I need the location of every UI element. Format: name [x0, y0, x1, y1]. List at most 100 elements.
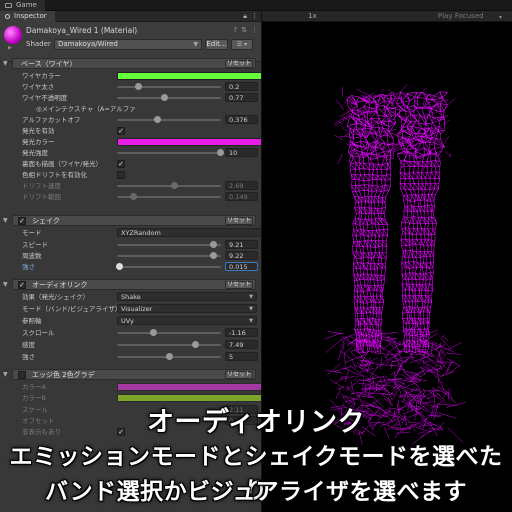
emit-color-row: 発光カラー✎: [22, 137, 261, 147]
section-base[interactable]: ▼ ベース（ワイヤ） リセット: [3, 58, 256, 69]
section-edge-gradient[interactable]: ▼ エッジ色 2色グラデ リセット: [3, 369, 256, 380]
slider-knob[interactable]: [134, 83, 142, 90]
emit-strength-row: 発光強度 10: [22, 148, 258, 158]
ref-axis-dropdown[interactable]: UVy ▼: [117, 316, 257, 325]
shake-speed-slider[interactable]: [117, 244, 221, 246]
shake-strength-row: 強さ 0.015: [22, 262, 258, 272]
audio-mode-dropdown[interactable]: Visualizer ▼: [117, 304, 257, 313]
emit-strength-field[interactable]: 10: [225, 148, 258, 157]
wire-width-slider[interactable]: [117, 86, 221, 88]
wire-alpha-field[interactable]: 0.77: [225, 93, 258, 102]
shake-enable-checkbox[interactable]: ✓: [18, 217, 26, 225]
foldout-arrow-icon[interactable]: ▼: [3, 217, 8, 224]
hue-drift-checkbox[interactable]: [117, 171, 125, 179]
audio-strength-field[interactable]: 5: [225, 352, 258, 361]
shake-strength-label: 強さ: [22, 263, 35, 271]
edge-reset-button[interactable]: リセット: [225, 371, 253, 379]
chevron-down-icon[interactable]: ▾: [499, 14, 502, 21]
audio-effect-label: 効果（発光/シェイク）: [22, 293, 90, 301]
shake-speed-label: スピード: [22, 241, 48, 249]
section-base-title: ベース（ワイヤ）: [21, 60, 77, 68]
material-name: Damakoya_Wired 1 (Material): [26, 26, 138, 35]
shake-frequency-slider[interactable]: [117, 255, 221, 257]
audio-sensitivity-slider[interactable]: [117, 344, 221, 346]
slider-knob[interactable]: [192, 341, 199, 348]
foldout-arrow-icon[interactable]: ▼: [3, 60, 8, 67]
play-mode-dropdown[interactable]: Play Focused: [438, 11, 484, 22]
material-header: Damakoya_Wired 1 (Material) ? ⇅ ⋮ Shader D…: [0, 22, 261, 62]
slider-knob[interactable]: [153, 116, 161, 123]
audiolink-reset-button[interactable]: リセット: [225, 281, 253, 289]
slider-knob[interactable]: [216, 149, 224, 156]
inspector-tab[interactable]: Inspector: [0, 11, 55, 22]
slider-knob[interactable]: [150, 329, 158, 336]
slider-knob[interactable]: [166, 353, 173, 360]
game-tab-bar: Game: [0, 0, 512, 11]
foldout-arrow-icon[interactable]: ▼: [3, 371, 8, 378]
wire-width-row: ワイヤ太さ 0.2: [22, 82, 258, 92]
emit-strength-label: 発光強度: [22, 149, 48, 157]
shake-speed-field[interactable]: 9.21: [225, 240, 258, 249]
ref-axis-row: 参照軸 UVy ▼: [22, 316, 258, 326]
backface-checkbox[interactable]: ✓: [117, 160, 125, 168]
audio-effect-dropdown[interactable]: Shake ▼: [117, 292, 257, 301]
slider-knob[interactable]: [116, 263, 124, 270]
edit-shader-button[interactable]: Edit...: [205, 39, 228, 50]
chevron-down-icon: ▼: [249, 294, 253, 300]
kebab-icon[interactable]: ⋮: [251, 26, 258, 34]
chevron-down-icon: ▼: [193, 41, 198, 48]
slider-knob[interactable]: [129, 193, 137, 200]
audio-scroll-field[interactable]: -1.16: [225, 328, 258, 337]
wire-color-swatch[interactable]: [117, 72, 261, 80]
base-reset-button[interactable]: リセット: [225, 60, 253, 68]
shake-strength-slider[interactable]: [117, 266, 221, 268]
drift-speed-row: ドリフト速度 2.69: [22, 181, 258, 191]
shake-frequency-row: 周波数 9.22: [22, 251, 258, 261]
info-icon: [5, 14, 10, 19]
section-audiolink[interactable]: ▼ ✓ オーディオリンク リセット: [3, 279, 256, 290]
help-icon[interactable]: ?: [233, 26, 237, 34]
wire-width-field[interactable]: 0.2: [225, 82, 258, 91]
backface-label: 裏面も描画（ワイヤ/発光）: [22, 160, 102, 168]
shader-dropdown[interactable]: Damakoya/Wired ▼: [54, 39, 202, 50]
foldout-arrow-icon[interactable]: ▼: [3, 281, 8, 288]
shake-mode-row: モード XYZRandom▼: [22, 228, 261, 238]
audiolink-enable-checkbox[interactable]: ✓: [18, 281, 26, 289]
main-texture-label[interactable]: ◎メインテクスチャ（A=アルファ: [36, 104, 136, 114]
more-menu-icon[interactable]: ⋮: [251, 12, 258, 20]
preset-icon[interactable]: ⇅: [241, 26, 247, 34]
emit-color-swatch[interactable]: [117, 138, 261, 146]
slider-knob[interactable]: [171, 182, 179, 189]
section-shake[interactable]: ▼ ✓ シェイク リセット: [3, 215, 256, 226]
zoom-label[interactable]: 1x: [308, 11, 317, 22]
lock-icon[interactable]: 🔒︎: [243, 12, 247, 20]
expand-arrow-icon[interactable]: ▶: [8, 45, 12, 51]
alpha-cutoff-slider[interactable]: [117, 119, 221, 121]
audio-scroll-row: スクロール -1.16: [22, 328, 258, 338]
slider-knob[interactable]: [209, 252, 217, 259]
audio-scroll-slider[interactable]: [117, 332, 221, 334]
alpha-cutoff-row: アルファカットオフ 0.376: [22, 115, 258, 125]
audio-sensitivity-field[interactable]: 7.49: [225, 340, 258, 349]
edge-gradient-checkbox[interactable]: [18, 371, 26, 379]
drift-speed-slider[interactable]: [117, 185, 221, 187]
game-tab[interactable]: Game: [0, 0, 45, 11]
shake-strength-field[interactable]: 0.015: [225, 262, 258, 271]
shake-mode-dropdown[interactable]: XYZRandom▼: [117, 228, 261, 237]
shake-reset-button[interactable]: リセット: [225, 217, 253, 225]
shake-frequency-field[interactable]: 9.22: [225, 251, 258, 260]
slider-knob[interactable]: [160, 94, 168, 101]
shake-mode-value: XYZRandom: [121, 229, 161, 237]
emit-enable-checkbox[interactable]: ✓: [117, 127, 125, 135]
section-audiolink-title: オーディオリンク: [32, 281, 88, 289]
slider-knob[interactable]: [209, 241, 217, 248]
material-preview-icon: [4, 26, 22, 44]
alpha-cutoff-field[interactable]: 0.376: [225, 115, 258, 124]
wire-alpha-slider[interactable]: [117, 97, 221, 99]
drift-range-field[interactable]: 0.149: [225, 192, 258, 201]
drift-speed-field[interactable]: 2.69: [225, 181, 258, 190]
shader-menu-button[interactable]: ☰ ▾: [231, 39, 253, 50]
emit-strength-slider[interactable]: [117, 152, 221, 154]
audio-effect-value: Shake: [121, 293, 141, 301]
edge-color-a-swatch[interactable]: [117, 383, 261, 391]
